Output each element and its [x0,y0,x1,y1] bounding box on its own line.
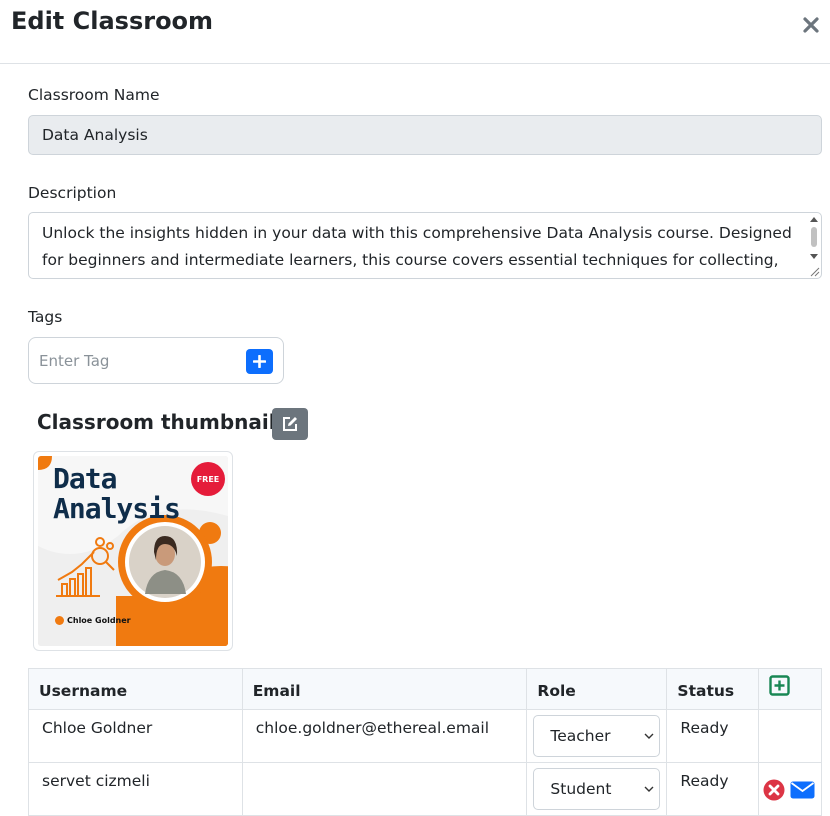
classroom-name-label: Classroom Name [28,86,160,104]
thumbnail-image: Data Analysis FREE Chloe Goldner [38,456,228,646]
description-text: Unlock the insights hidden in your data … [42,224,792,269]
email-user-button[interactable] [790,781,815,802]
status-cell: Ready [666,762,760,816]
role-select[interactable]: Student [533,768,661,810]
envelope-icon [790,781,815,799]
thumbnail-image-title-line2: Analysis [53,492,181,525]
thumbnail-author: Chloe Goldner [55,616,131,625]
edit-icon [283,417,297,431]
status-cell: Ready [666,709,760,763]
close-icon [803,17,819,33]
close-button[interactable] [800,14,822,36]
scroll-down-icon[interactable] [810,254,818,259]
column-header-email: Email [241,668,528,710]
column-header-actions [758,668,822,710]
column-header-status: Status [666,668,760,710]
thumbnail-frame: Data Analysis FREE Chloe Goldner [33,451,233,651]
add-tag-button[interactable] [246,349,273,374]
thumbnail-author-name: Chloe Goldner [67,616,131,625]
resize-grip-icon[interactable] [808,265,820,277]
add-user-button[interactable] [769,675,790,699]
scroll-up-icon[interactable] [810,217,818,222]
table-header-row: Username Email Role Status [28,668,822,710]
username-cell: servet cizmeli [28,762,243,816]
email-cell: chloe.goldner@ethereal.email [241,709,528,763]
remove-circle-icon [763,779,785,801]
classroom-users-table: Username Email Role Status Chloe Goldner… [28,668,822,816]
thumbnail-title: Classroom thumbnail [37,410,276,434]
actions-cell [758,709,822,763]
free-badge: FREE [191,462,225,496]
modal-header: Edit Classroom [0,0,830,64]
tags-label: Tags [28,308,63,326]
column-header-username: Username [28,668,243,710]
table-row: Chloe Goldner chloe.goldner@ethereal.ema… [28,709,822,763]
username-cell: Chloe Goldner [28,709,243,763]
role-cell: Teacher [526,709,668,763]
edit-thumbnail-button[interactable] [272,408,308,440]
thumbnail-image-title-line1: Data [53,462,117,495]
remove-user-button[interactable] [763,779,785,804]
author-icon [55,616,64,625]
tag-input[interactable] [37,348,237,374]
email-cell [241,762,528,816]
role-cell: Student [526,762,668,816]
plus-square-icon [769,675,790,696]
scroll-thumb[interactable] [811,227,817,247]
tag-input-group [28,337,284,384]
column-header-role: Role [526,668,668,710]
actions-cell [758,762,822,816]
description-scrollbar[interactable] [808,214,820,264]
description-label: Description [28,184,117,202]
classroom-name-input[interactable] [28,115,822,155]
role-select[interactable]: Teacher [533,715,661,757]
plus-icon [253,355,266,368]
description-textarea[interactable]: Unlock the insights hidden in your data … [28,212,822,279]
modal-title: Edit Classroom [11,7,214,35]
table-row: servet cizmeli Student Ready [28,762,822,816]
